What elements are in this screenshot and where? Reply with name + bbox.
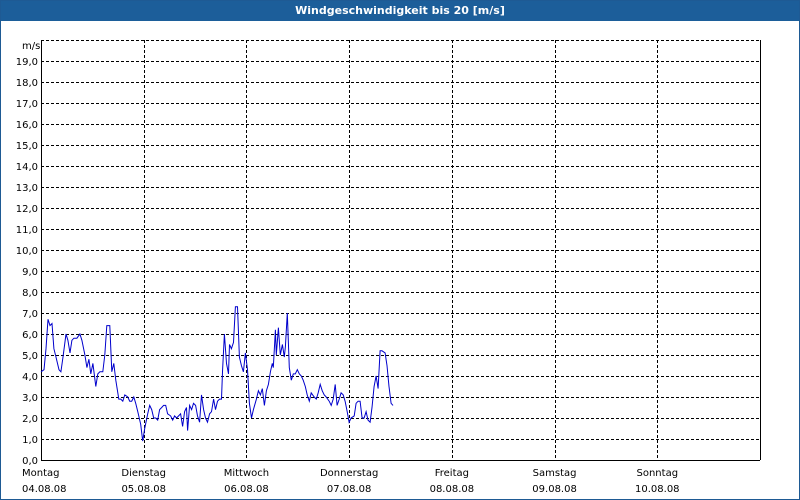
y-tick-labels: 0,0 1,0 2,0 3,0 4,0 5,0 6,0 7,0 8,0 9,0 10,0 11,0 12…	[16, 57, 38, 467]
x-tick-day-label: Dienstag	[121, 468, 166, 479]
y-tick-label: 5,0	[22, 351, 38, 362]
x-tick-date-label: 07.08.08	[327, 484, 372, 495]
y-tick-label: 9,0	[22, 267, 38, 278]
x-tick-date-label: 04.08.08	[22, 484, 67, 495]
y-tick-label: 18,0	[16, 78, 38, 89]
x-tick-date-label: 06.08.08	[224, 484, 269, 495]
y-tick-label: 13,0	[16, 183, 38, 194]
y-tick-label: 16,0	[16, 120, 38, 131]
y-tick-label: 14,0	[16, 162, 38, 173]
y-tick-label: 11,0	[16, 225, 38, 236]
y-tick-label: 7,0	[22, 309, 38, 320]
y-tick-label: 1,0	[22, 435, 38, 446]
x-tick-day-label: Samstag	[533, 468, 577, 479]
y-axis-unit-label: m/s	[22, 41, 40, 52]
x-tick-day-label: Mittwoch	[224, 468, 269, 479]
y-tick-label: 12,0	[16, 204, 38, 215]
y-tick-label: 15,0	[16, 141, 38, 152]
y-tick-label: 4,0	[22, 372, 38, 383]
y-tick-label: 0,0	[22, 456, 38, 467]
x-tick-day-label: Freitag	[435, 468, 469, 479]
x-tick-day-label: Montag	[22, 468, 59, 479]
y-tick-label: 8,0	[22, 288, 38, 299]
x-tick-day-label: Donnerstag	[320, 468, 378, 479]
x-tick-date-label: 08.08.08	[430, 484, 475, 495]
line-chart: 0,0 1,0 2,0 3,0 4,0 5,0 6,0 7,0 8,0 9,0 10,0 11,0 12…	[16, 40, 761, 495]
x-tick-day-label: Sonntag	[637, 468, 679, 479]
y-tick-label: 6,0	[22, 330, 38, 341]
x-tick-date-label: 05.08.08	[121, 484, 166, 495]
y-tick-label: 2,0	[22, 414, 38, 425]
y-tick-label: 17,0	[16, 99, 38, 110]
x-tick-date-label: 09.08.08	[532, 484, 577, 495]
y-tick-label: 19,0	[16, 57, 38, 68]
x-tick-date-label: 10.08.08	[635, 484, 680, 495]
y-tick-label: 3,0	[22, 393, 38, 404]
y-tick-label: 10,0	[16, 246, 38, 257]
x-tick-labels: Montag 04.08.08 Dienstag 05.08.08 Mittwoch 06…	[22, 468, 680, 495]
